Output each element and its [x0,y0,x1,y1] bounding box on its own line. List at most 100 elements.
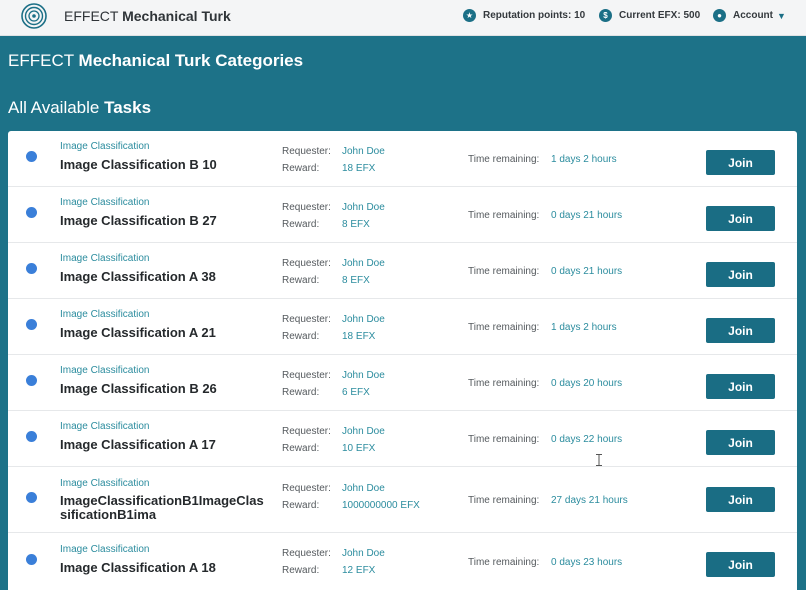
time-remaining-value: 1 days 2 hours [551,322,617,333]
brand-name: Mechanical Turk [122,8,231,24]
task-category[interactable]: Image Classification [60,309,149,320]
requester-name[interactable]: John Doe [342,370,385,381]
requester-label: Requester: [282,146,331,157]
task-title: Image Classification B 27 [60,213,217,228]
time-remaining-label: Time remaining: [468,322,540,333]
join-button[interactable]: Join [706,206,775,231]
time-remaining-value: 0 days 22 hours [551,434,623,445]
time-remaining-value: 1 days 2 hours [551,154,617,165]
reward-label: Reward: [282,443,320,454]
task-category[interactable]: Image Classification [60,478,149,489]
reward-value: 6 EFX [342,387,370,398]
join-button[interactable]: Join [706,318,775,343]
status-dot-icon [26,431,37,442]
page-title: EFFECT Mechanical Turk Categories [8,51,303,71]
status-dot-icon [26,263,37,274]
time-remaining-value: 0 days 21 hours [551,210,623,221]
reward-label: Reward: [282,387,320,398]
task-category[interactable]: Image Classification [60,421,149,432]
task-title: Image Classification A 38 [60,269,216,284]
reward-value: 8 EFX [342,275,370,286]
task-row: Image Classification Image Classificatio… [8,243,797,299]
status-dot-icon [26,207,37,218]
time-remaining-label: Time remaining: [468,434,540,445]
requester-name[interactable]: John Doe [342,146,385,157]
efx-label: Current EFX: 500 [619,10,701,21]
task-title: Image Classification B 26 [60,381,217,396]
task-row: Image Classification Image Classificatio… [8,533,797,590]
requester-name[interactable]: John Doe [342,548,385,559]
reward-label: Reward: [282,565,320,576]
time-remaining-label: Time remaining: [468,557,540,568]
requester-name[interactable]: John Doe [342,426,385,437]
time-remaining-label: Time remaining: [468,154,540,165]
status-dot-icon [26,492,37,503]
page-title-bold: Mechanical Turk Categories [78,51,304,70]
reward-label: Reward: [282,219,320,230]
join-button[interactable]: Join [706,552,775,577]
join-button[interactable]: Join [706,374,775,399]
time-remaining-label: Time remaining: [468,210,540,221]
task-row: Image Classification ImageClassification… [8,467,797,533]
status-dot-icon [26,554,37,565]
section-title: All Available Tasks [8,98,151,118]
requester-label: Requester: [282,483,331,494]
requester-name[interactable]: John Doe [342,202,385,213]
time-remaining-label: Time remaining: [468,495,540,506]
task-title: Image Classification B 10 [60,157,217,172]
account-menu[interactable]: ● Account ▼ [713,9,786,22]
requester-name[interactable]: John Doe [342,314,385,325]
dollar-icon: $ [599,9,612,22]
brand-title[interactable]: EFFECT Mechanical Turk [64,8,231,24]
current-efx: $ Current EFX: 500 [599,9,700,22]
requester-label: Requester: [282,202,331,213]
time-remaining-label: Time remaining: [468,266,540,277]
time-remaining-label: Time remaining: [468,378,540,389]
brand-prefix: EFFECT [64,8,119,24]
requester-label: Requester: [282,258,331,269]
task-category[interactable]: Image Classification [60,141,149,152]
status-dot-icon [26,319,37,330]
task-row: Image Classification Image Classificatio… [8,355,797,411]
reward-value: 8 EFX [342,219,370,230]
top-navbar: EFFECT Mechanical Turk ★ Reputation poin… [0,0,806,36]
task-category[interactable]: Image Classification [60,365,149,376]
chevron-down-icon: ▼ [777,10,786,21]
star-icon: ★ [463,9,476,22]
task-category[interactable]: Image Classification [60,253,149,264]
reward-label: Reward: [282,163,320,174]
reputation-points: ★ Reputation points: 10 [463,9,585,22]
user-icon: ● [713,9,726,22]
requester-label: Requester: [282,548,331,559]
task-row: Image Classification Image Classificatio… [8,187,797,243]
status-dot-icon [26,375,37,386]
text-cursor-icon [596,454,602,466]
effect-logo-icon[interactable] [21,3,47,29]
reward-label: Reward: [282,275,320,286]
task-category[interactable]: Image Classification [60,544,149,555]
reward-value: 10 EFX [342,443,376,454]
reward-value: 18 EFX [342,331,376,342]
join-button[interactable]: Join [706,487,775,512]
task-title: ImageClassificationB1ImageClassification… [60,493,264,522]
task-row: Image Classification Image Classificatio… [8,411,797,467]
reward-value: 12 EFX [342,565,376,576]
join-button[interactable]: Join [706,150,775,175]
requester-label: Requester: [282,314,331,325]
join-button[interactable]: Join [706,262,775,287]
join-button[interactable]: Join [706,430,775,455]
reward-label: Reward: [282,500,320,511]
task-title: Image Classification A 17 [60,437,216,452]
task-category[interactable]: Image Classification [60,197,149,208]
requester-name[interactable]: John Doe [342,483,385,494]
task-row: Image Classification Image Classificatio… [8,131,797,187]
requester-name[interactable]: John Doe [342,258,385,269]
page-title-prefix: EFFECT [8,51,74,70]
task-title: Image Classification A 18 [60,560,216,575]
account-label: Account [733,10,773,21]
section-title-bold: Tasks [104,98,152,117]
time-remaining-value: 0 days 23 hours [551,557,623,568]
task-title: Image Classification A 21 [60,325,216,340]
time-remaining-value: 0 days 21 hours [551,266,623,277]
reward-label: Reward: [282,331,320,342]
